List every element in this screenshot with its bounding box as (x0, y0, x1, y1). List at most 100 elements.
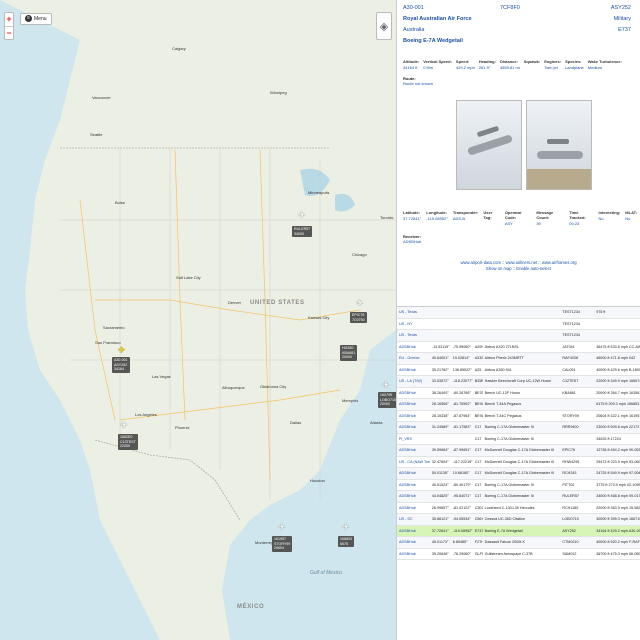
table-cell: CTM0210 (562, 540, 579, 544)
aircraft-photo[interactable] (456, 100, 522, 190)
category: Military (613, 16, 631, 22)
table-cell (580, 537, 594, 548)
stat-key: Heading: (478, 59, 496, 64)
table-row-selected[interactable]: ADSBHub 37.72841° -119.08952° E737 Boeing E-… (397, 525, 640, 537)
map-label-kansas-city: Kansas City (308, 315, 330, 320)
aircraft-photo[interactable] (526, 100, 592, 190)
table-row[interactable]: US - Texas TEST1234 (397, 330, 640, 342)
table-row[interactable]: ADSBHub 45.51524° -80.40179° C17 Boeing C-17… (397, 480, 640, 491)
table-cell: E737 (474, 528, 483, 533)
hex-code: 7CF8F0 (500, 5, 520, 11)
plane-icon: ✈ (356, 298, 364, 308)
table-cell: ADSBHub (399, 402, 416, 406)
table-cell: C17 (474, 436, 482, 441)
table-cell: ADSBHub (399, 505, 416, 510)
zoom-in-button[interactable]: + (5, 13, 13, 26)
stat-value: No (598, 216, 604, 221)
table-cell: ADSBHub (399, 528, 416, 533)
table-cell: EU - Greece (399, 356, 420, 360)
stat-squawk: Squawk: (524, 59, 540, 70)
table-cell: -87.99691° (452, 448, 471, 452)
table-row[interactable]: ADSBHub 28.16506°-81.75902°BE9LBeech T-44… (397, 399, 640, 411)
table-cell: 45.01173° (431, 540, 449, 544)
table-cell: 50.01135° (431, 471, 449, 475)
map-label-dallas: Dallas (290, 420, 302, 425)
table-cell: -119.08952° (452, 528, 473, 533)
stat-value: 37.72841° (403, 216, 422, 221)
map-label-memphis: Memphis (342, 398, 359, 403)
stat-value: 0 ft/m (423, 65, 434, 70)
table-cell: Boeing C-17A Globemaster III (484, 425, 534, 429)
table-row[interactable]: ADSBHub 45.01173°6.89485° F2THDassault Fal… (397, 537, 640, 549)
stat-key: Speed: (455, 59, 470, 64)
table-row[interactable]: ADSBHub -13.53119°-75.99060°A20NAirbus A3… (397, 342, 640, 353)
table-cell: Cessna UC-35D Citation (484, 517, 526, 521)
menu-button[interactable]: ≡ Menu (20, 13, 52, 25)
table-cell: 44.04820° (431, 494, 449, 498)
tag-line: EPIC76 (352, 313, 365, 317)
table-cell: 46000 ft 471.8 mph 042 (596, 356, 636, 360)
table-cell: 33.53572° (431, 379, 449, 383)
table-row[interactable]: ADSBHub 39.59684° -87.99691° C17 McDonnell D… (397, 445, 640, 457)
plane-icon: ✈ (342, 522, 350, 532)
table-row[interactable]: ADSBHub 44.04820° -95.84071° C17 Boeing C-17… (397, 491, 640, 503)
stat-key: Transponder: (452, 210, 479, 215)
layers-button[interactable]: ◈ (376, 12, 392, 40)
table-cell: US - SC (399, 517, 413, 521)
map-links[interactable]: Show on map :: Enable auto-select (400, 266, 637, 272)
table-row[interactable]: US - LA (T/W) 33.53572°-118.23077°B35BHaw… (397, 376, 640, 388)
table-row[interactable]: ADSBHub 38.26400°-80.28768°BE20Beech UC-1… (397, 388, 640, 399)
table-cell: TEST1234 (562, 310, 580, 314)
table-cell: 6.89485° (452, 540, 468, 544)
table-row[interactable]: US - Texas TEST1234 975 ft (397, 307, 640, 319)
zoom-control: + − (4, 12, 14, 40)
table-cell: Gulfstream Aerospace C-37B (484, 551, 533, 556)
table-row[interactable]: EU - Greece 40.64001° 19.02814° A332 Airbus … (397, 353, 640, 365)
stat-vertical-speed: Vertical Speed: 0 ft/m (423, 59, 452, 70)
stat-heading: Heading: 281.9° (479, 59, 496, 70)
table-row[interactable]: Pi_VRS C17 Boeing C-17A Globemaster III 340… (397, 434, 640, 445)
table-row[interactable]: ADSBHub 35.21782° 136.89522° A25 Airbus A350… (397, 365, 640, 376)
table-cell (580, 342, 594, 353)
stat-value: 34164 ft (403, 65, 418, 70)
map-view[interactable]: Calgary Winnipeg Vancouver Seattle Minne… (0, 0, 396, 640)
map-label-vancouver: Vancouver (92, 95, 111, 100)
table-cell: JAT041 (562, 344, 575, 349)
table-cell: 32.47604° (431, 459, 449, 464)
table-cell: 20604 ft 322.1 mph 161957 (596, 413, 640, 418)
table-cell (580, 514, 594, 525)
table-row[interactable]: ADSBHub 26.99657° -81.02122° C30J Lockheed C… (397, 503, 640, 514)
table-row[interactable]: ADSBHub 35.20846°-78.29060°GLF5Gulfstream… (397, 549, 640, 560)
table-cell: C30J (474, 505, 483, 510)
table-cell: ADSBHub (399, 494, 416, 498)
table-cell (580, 468, 594, 479)
map-label-gulf: Gulf of Mexico (310, 570, 342, 576)
table-cell: C17 (474, 494, 482, 498)
table-row[interactable]: US - SC 35.88121°-94.05534°C56XCessna UC-… (397, 514, 640, 526)
table-cell: LOBO715 (562, 517, 579, 521)
flight-stats: Altitude: 34164 ft Vertical Speed: 0 ft/m … (400, 59, 637, 70)
table-cell: -95.84071° (452, 494, 471, 498)
table-cell: ADSBHub (399, 540, 416, 544)
table-row[interactable]: US - NY TEST1234 (397, 319, 640, 330)
zoom-out-button[interactable]: − (5, 26, 13, 39)
table-row[interactable]: US - CA (NAW Tom) 32.47604° -117.22219° C17… (397, 457, 640, 468)
table-cell: 31.24589° (431, 425, 449, 429)
tag-line: 20000 (342, 355, 352, 360)
table-cell: 45.51524° (431, 482, 449, 487)
table-cell (430, 319, 451, 330)
table-cell: ADSBHub (399, 367, 416, 372)
table-cell: 40000 ft 520.2 mph F-RAFC (596, 540, 640, 544)
stat-engines: Engines: Twin jet (544, 59, 561, 70)
tag-line: 34164 (114, 367, 124, 372)
tag-line: 20604 (274, 546, 284, 551)
stat-value: 429.2 mph (455, 65, 475, 70)
stat-transponder: Transponder: ADS-B (453, 210, 479, 226)
aircraft-photos (456, 100, 637, 190)
table-row[interactable]: ADSBHub 50.01135° 10.66180° C17 McDonnell Do… (397, 468, 640, 480)
stat-key: Distance: (499, 59, 518, 64)
stat-value: ADS-B (452, 216, 466, 221)
aircraft-tag: 168853 6575 (338, 536, 354, 548)
table-row[interactable]: ADSBHub 31.24589° -81.17583° C17 Boeing C-17… (397, 422, 640, 434)
table-row[interactable]: ADSBHub 28.15338°-87.87964°BE9LBeech T-44… (397, 411, 640, 422)
